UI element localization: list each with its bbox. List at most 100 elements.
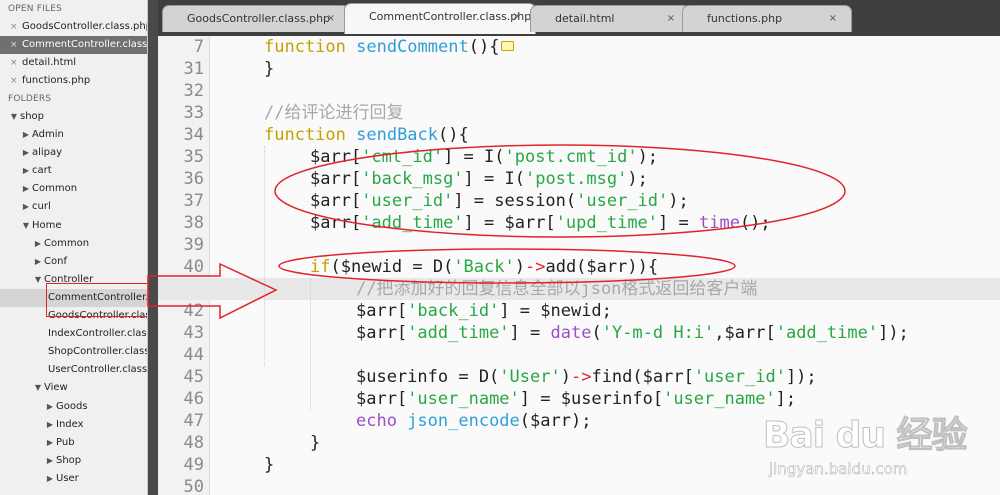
close-icon[interactable]: × xyxy=(829,6,837,32)
disclosure-closed-icon[interactable]: ▶ xyxy=(32,235,44,253)
disclosure-closed-icon[interactable]: ▶ xyxy=(32,253,44,271)
tree-folder-item[interactable]: ▶ alipay xyxy=(0,144,147,162)
tree-item-label: IndexController.class.php xyxy=(48,328,147,340)
tree-folder-item[interactable]: ▶ Index xyxy=(0,416,147,434)
tree-folder-item[interactable]: ▼ Controller xyxy=(0,271,147,289)
close-icon[interactable]: × xyxy=(10,36,22,54)
code-line[interactable]: echo json_encode($arr); xyxy=(158,410,1000,432)
disclosure-closed-icon[interactable]: ▶ xyxy=(44,452,56,470)
disclosure-closed-icon[interactable]: ▶ xyxy=(44,398,56,416)
tree-folder-item[interactable]: ▶ Shop xyxy=(0,452,147,470)
code-text: } xyxy=(310,432,320,454)
close-icon[interactable]: × xyxy=(10,54,22,72)
code-line[interactable] xyxy=(158,476,1000,495)
close-icon[interactable]: × xyxy=(327,6,335,32)
tree-file-item[interactable]: IndexController.class.php xyxy=(0,325,147,343)
code-line[interactable]: $arr['user_name'] = $userinfo['user_name… xyxy=(158,388,1000,410)
code-line[interactable]: } xyxy=(158,58,1000,80)
tree-file-item[interactable]: UserController.class.php xyxy=(0,361,147,379)
code-line[interactable]: $arr['back_msg'] = I('post.msg'); xyxy=(158,168,1000,190)
code-token: ] = $userinfo[ xyxy=(519,389,664,409)
code-line[interactable]: } xyxy=(158,454,1000,476)
tab-2[interactable]: CommentController.class.php × xyxy=(344,3,536,34)
code-line[interactable] xyxy=(158,80,1000,102)
open-file-item[interactable]: × functions.php xyxy=(0,72,147,90)
tree-file-item[interactable]: ShopController.class.php xyxy=(0,343,147,361)
open-file-item[interactable]: × GoodsController.class.php xyxy=(0,18,147,36)
close-icon[interactable]: × xyxy=(513,4,521,30)
disclosure-closed-icon[interactable]: ▶ xyxy=(20,198,32,216)
disclosure-closed-icon[interactable]: ▶ xyxy=(20,180,32,198)
tree-file-item[interactable]: GoodsController.class.php xyxy=(0,307,147,325)
open-file-item[interactable]: × detail.html xyxy=(0,54,147,72)
tree-file-item[interactable]: CommentController.class.php xyxy=(0,288,147,308)
code-text: echo json_encode($arr); xyxy=(356,410,591,432)
tree-folder-item[interactable]: ▶ User xyxy=(0,470,147,488)
tree-item-label: UserController.class.php xyxy=(48,364,147,376)
disclosure-open-icon[interactable]: ▼ xyxy=(32,271,44,289)
fold-marker-icon[interactable] xyxy=(501,41,515,51)
tab-3[interactable]: detail.html × xyxy=(530,5,690,32)
tree-folder-item[interactable]: ▼ View xyxy=(0,379,147,397)
code-line[interactable]: $arr['add_time'] = date('Y-m-d H:i',$arr… xyxy=(158,322,1000,344)
disclosure-closed-icon[interactable]: ▶ xyxy=(44,434,56,452)
tree-folder-item[interactable]: ▶ Admin xyxy=(0,126,147,144)
code-line[interactable]: $userinfo = D('User')->find($arr['user_i… xyxy=(158,366,1000,388)
code-token: $arr[ xyxy=(356,301,408,321)
code-line[interactable]: if($newid = D('Back')->add($arr)){ xyxy=(158,256,1000,278)
indent-guide xyxy=(310,278,311,410)
sidebar-divider[interactable] xyxy=(148,0,158,495)
code-line[interactable]: $arr['user_id'] = session('user_id'); xyxy=(158,190,1000,212)
disclosure-open-icon[interactable]: ▼ xyxy=(20,217,32,235)
code-text: $userinfo = D('User')->find($arr['user_i… xyxy=(356,366,817,388)
code-line[interactable]: $arr['add_time'] = $arr['upd_time'] = ti… xyxy=(158,212,1000,234)
code-line[interactable]: function sendBack(){ xyxy=(158,124,1000,146)
code-token: } xyxy=(264,59,275,79)
code-token: ); xyxy=(668,191,689,211)
open-file-label: detail.html xyxy=(22,57,77,68)
close-icon[interactable]: × xyxy=(10,18,22,36)
code-line[interactable]: } xyxy=(158,432,1000,454)
open-file-item[interactable]: ×CommentController.class.php xyxy=(0,36,147,54)
code-token: -> xyxy=(570,367,592,387)
tree-folder-item[interactable]: ▶ Common xyxy=(0,235,147,253)
disclosure-closed-icon[interactable]: ▶ xyxy=(44,416,56,434)
code-line[interactable]: //把添加好的回复信息全部以json格式返回给客户端 xyxy=(158,278,1000,300)
code-token: ] = I( xyxy=(443,147,505,167)
tree-item-label: User xyxy=(56,472,79,484)
code-token: 'Back' xyxy=(453,257,515,277)
open-files-header: OPEN FILES xyxy=(8,4,63,14)
tree-folder-item[interactable]: ▶ Pub xyxy=(0,434,147,452)
close-icon[interactable]: × xyxy=(10,72,22,90)
tree-folder-item[interactable]: ▶ cart xyxy=(0,162,147,180)
code-line[interactable]: $arr['cmt_id'] = I('post.cmt_id'); xyxy=(158,146,1000,168)
code-token: ( xyxy=(591,323,602,343)
code-line[interactable]: function sendComment(){ xyxy=(158,36,1000,58)
tab-1[interactable]: GoodsController.class.php × xyxy=(162,5,350,32)
code-line[interactable]: $arr['back_id'] = $newid; xyxy=(158,300,1000,322)
tree-folder-item[interactable]: ▶ Conf xyxy=(0,253,147,271)
tab-4[interactable]: functions.php × xyxy=(682,5,852,32)
code-line[interactable]: //给评论进行回复 xyxy=(158,102,1000,124)
disclosure-closed-icon[interactable]: ▶ xyxy=(20,162,32,180)
code-editor[interactable]: 7313233343536373839404142434445464748495… xyxy=(158,36,1000,495)
disclosure-closed-icon[interactable]: ▶ xyxy=(44,470,56,488)
tree-folder-item[interactable]: ▼ Home xyxy=(0,217,147,235)
disclosure-open-icon[interactable]: ▼ xyxy=(8,108,20,126)
tree-folder-item[interactable]: ▶ curl xyxy=(0,198,147,216)
disclosure-open-icon[interactable]: ▼ xyxy=(32,379,44,397)
tree-folder-item[interactable]: ▼ shop xyxy=(0,108,147,126)
tree-folder-item[interactable]: ▶ Common xyxy=(0,180,147,198)
code-line[interactable] xyxy=(158,344,1000,366)
tree-item-label: Home xyxy=(32,219,62,231)
tree-folder-item[interactable]: ▶ Goods xyxy=(0,398,147,416)
tree-item-label: Shop xyxy=(56,454,82,466)
code-text: } xyxy=(264,454,274,476)
code-token: //把添加好的回复信息全部以json格式返回给客户端 xyxy=(356,279,758,299)
tree-item-label: ShopController.class.php xyxy=(48,346,147,358)
close-icon[interactable]: × xyxy=(667,6,675,32)
code-line[interactable] xyxy=(158,234,1000,256)
code-text: function sendComment(){ xyxy=(264,36,515,58)
disclosure-closed-icon[interactable]: ▶ xyxy=(20,126,32,144)
disclosure-closed-icon[interactable]: ▶ xyxy=(20,144,32,162)
